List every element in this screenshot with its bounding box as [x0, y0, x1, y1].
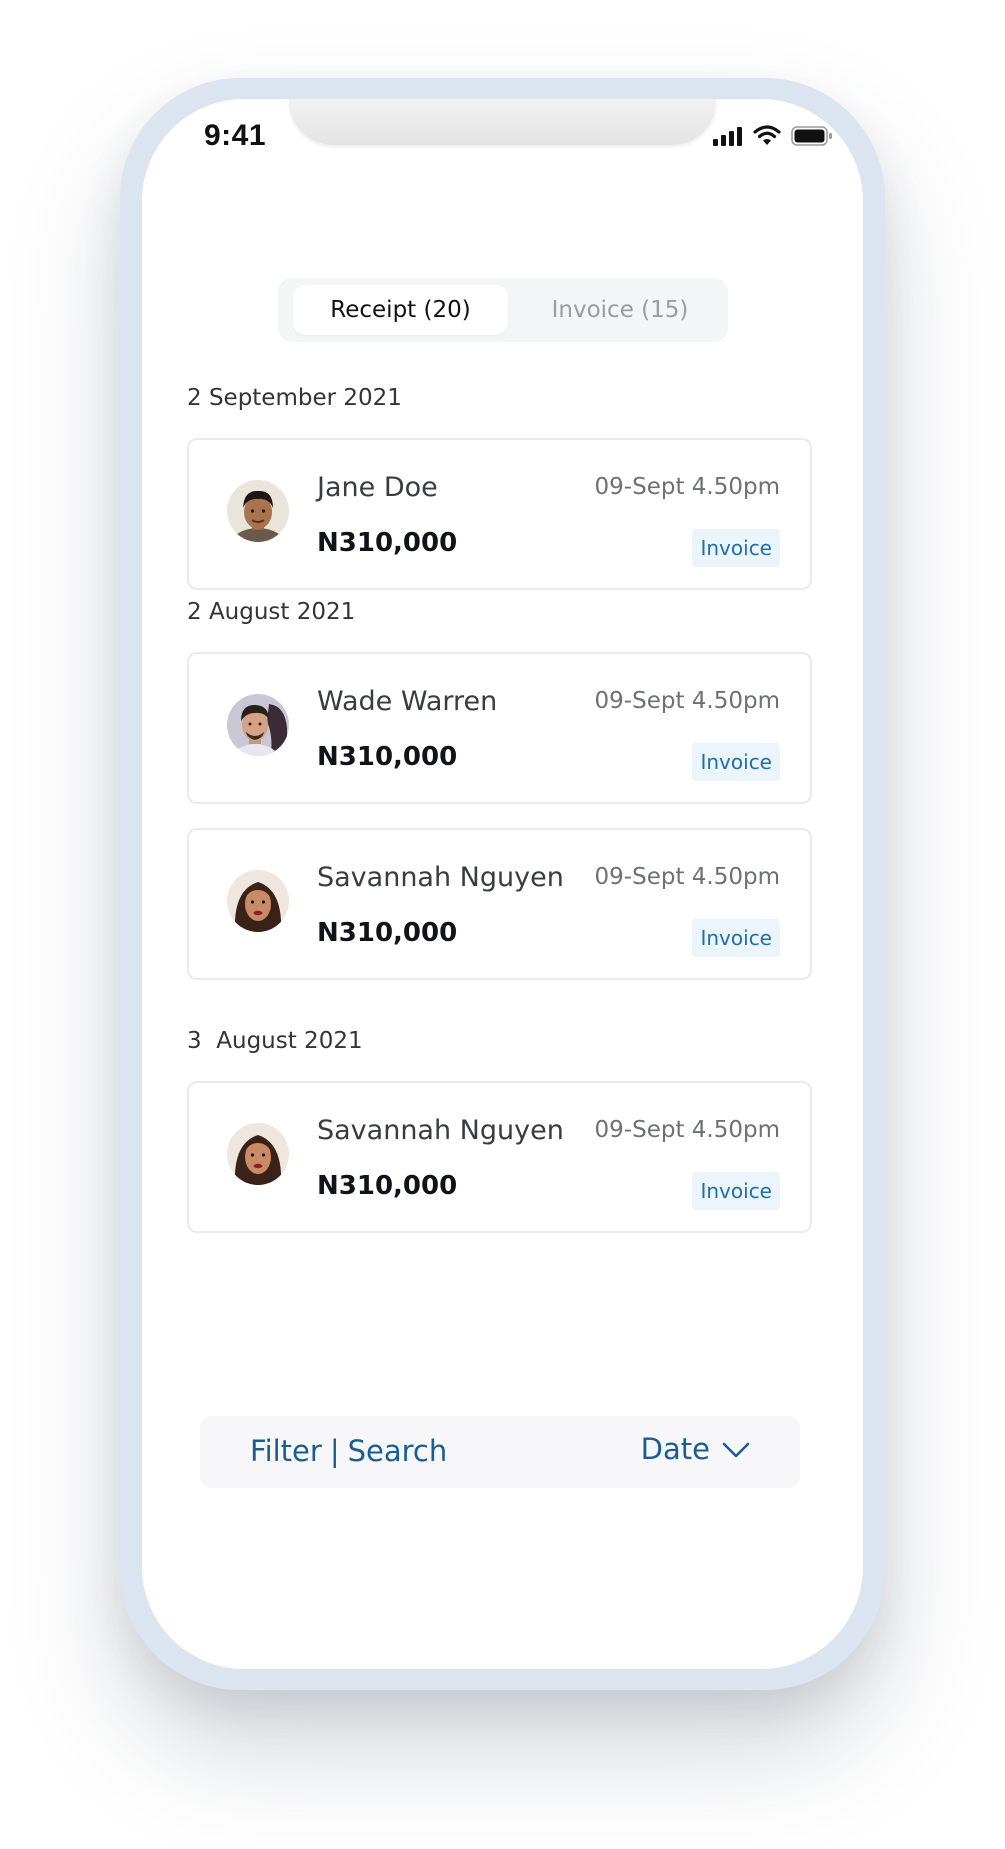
battery-icon: [791, 125, 833, 146]
date-sort-dropdown[interactable]: Date: [641, 1432, 750, 1466]
avatar: [227, 694, 289, 756]
filter-link[interactable]: Filter: [250, 1434, 322, 1468]
timestamp: 09-Sept 4.50pm: [594, 688, 780, 714]
tab-receipt[interactable]: Receipt (20): [293, 285, 508, 335]
invoice-badge[interactable]: Invoice: [692, 919, 780, 957]
invoice-badge[interactable]: Invoice: [692, 1172, 780, 1210]
avatar: [227, 1123, 289, 1185]
invoice-badge[interactable]: Invoice: [692, 529, 780, 567]
amount: N310,000: [317, 742, 458, 772]
tab-invoice[interactable]: Invoice (15): [520, 285, 720, 335]
wifi-icon: [753, 125, 781, 146]
list-item[interactable]: Savannah Nguyen N310,000 09-Sept 4.50pm …: [187, 1081, 812, 1233]
list-item[interactable]: Savannah Nguyen N310,000 09-Sept 4.50pm …: [187, 828, 812, 980]
date-heading: 3 August 2021: [187, 1028, 363, 1054]
date-sort-label: Date: [640, 1432, 710, 1466]
list-item[interactable]: Jane Doe N310,000 09-Sept 4.50pm Invoice: [187, 438, 812, 590]
list-item[interactable]: Wade Warren N310,000 09-Sept 4.50pm Invo…: [187, 652, 812, 804]
customer-name: Savannah Nguyen: [317, 1115, 564, 1146]
amount: N310,000: [317, 1171, 458, 1201]
status-icons: [713, 125, 833, 146]
signal-icon: [713, 126, 743, 146]
app-stage: 9:41 Receipt (20) Invoice (15) 2 Septemb…: [0, 0, 1005, 1849]
customer-name: Savannah Nguyen: [317, 862, 564, 893]
tab-switcher: Receipt (20) Invoice (15): [278, 278, 728, 342]
date-heading: 2 August 2021: [187, 599, 356, 625]
notch: [289, 99, 716, 145]
filter-bar: Filter | Search Date: [200, 1416, 800, 1488]
invoice-badge[interactable]: Invoice: [692, 743, 780, 781]
avatar: [227, 870, 289, 932]
filter-search-control[interactable]: Filter | Search: [250, 1434, 447, 1468]
timestamp: 09-Sept 4.50pm: [594, 1117, 780, 1143]
customer-name: Jane Doe: [317, 472, 438, 503]
date-heading: 2 September 2021: [187, 385, 402, 411]
phone-screen: 9:41 Receipt (20) Invoice (15) 2 Septemb…: [142, 99, 863, 1669]
amount: N310,000: [317, 528, 458, 558]
timestamp: 09-Sept 4.50pm: [594, 474, 780, 500]
status-time: 9:41: [204, 119, 267, 152]
avatar: [227, 480, 289, 542]
amount: N310,000: [317, 918, 458, 948]
search-link[interactable]: Search: [348, 1434, 448, 1468]
filter-separator: |: [329, 1434, 340, 1468]
customer-name: Wade Warren: [317, 686, 498, 717]
chevron-down-icon: [722, 1432, 750, 1466]
timestamp: 09-Sept 4.50pm: [594, 864, 780, 890]
